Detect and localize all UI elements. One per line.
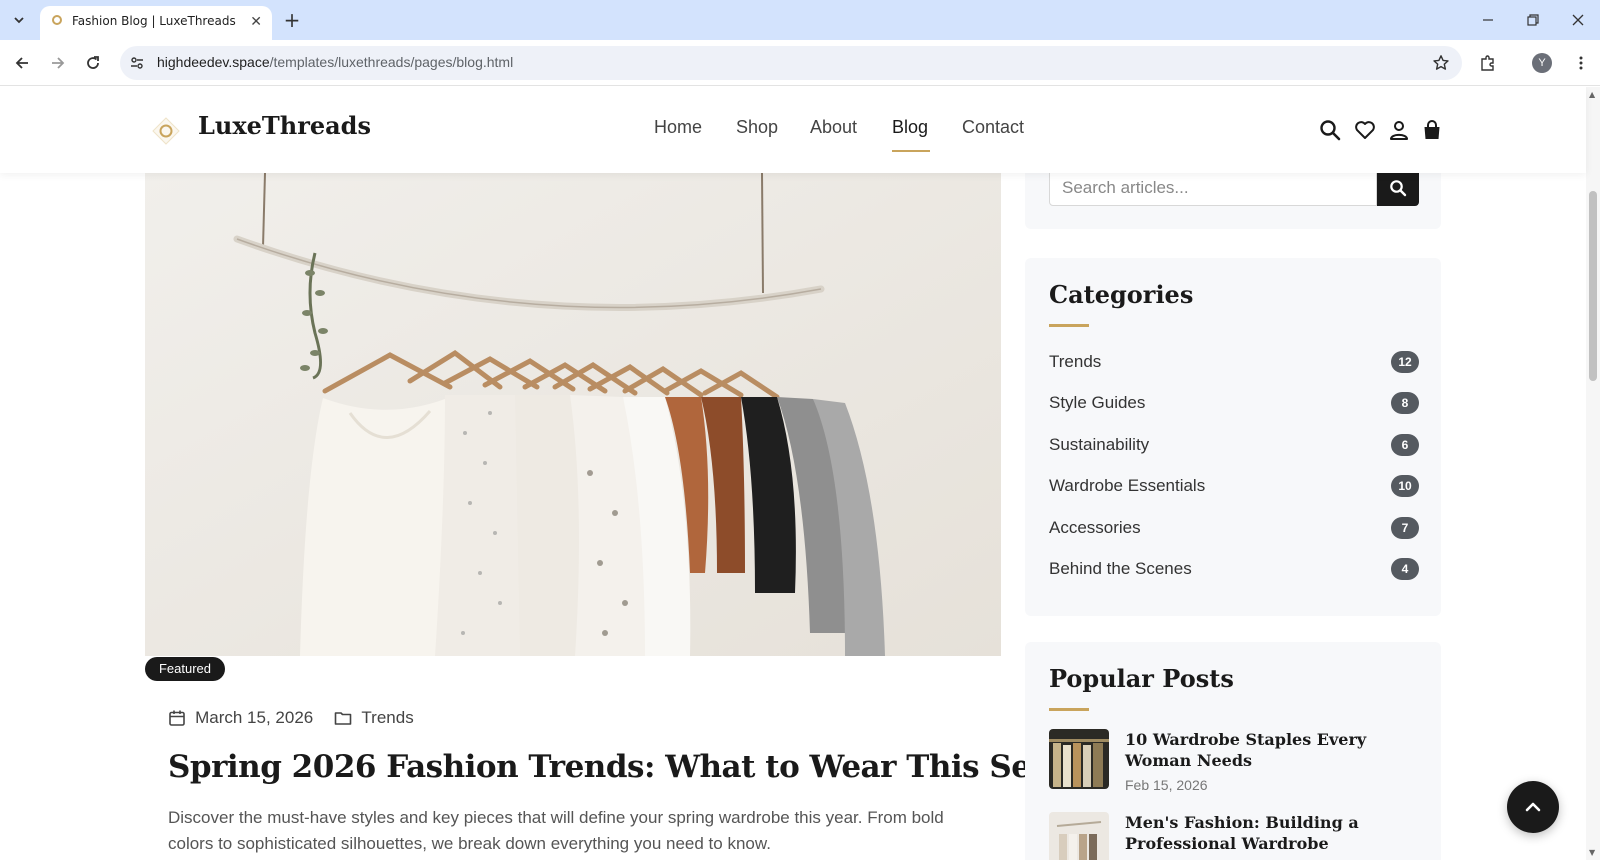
extensions-button[interactable]: [1475, 50, 1501, 76]
header-search-icon[interactable]: [1318, 118, 1342, 142]
more-vertical-icon: [1579, 56, 1583, 70]
featured-article-image[interactable]: [145, 173, 1001, 656]
browser-menu-button[interactable]: [1568, 50, 1594, 76]
article-category-link[interactable]: Trends: [361, 708, 413, 728]
category-item[interactable]: Wardrobe Essentials 10: [1049, 474, 1419, 500]
search-articles-input[interactable]: [1049, 169, 1377, 206]
tab-search-button[interactable]: [6, 7, 32, 33]
page-viewport: LuxeThreads Home Shop About Blog Contact: [0, 87, 1600, 860]
category-item[interactable]: Behind the Scenes 4: [1049, 557, 1419, 583]
nav-home[interactable]: Home: [654, 117, 702, 138]
header-user-icon[interactable]: [1387, 118, 1411, 142]
back-button[interactable]: [9, 50, 35, 76]
category-name: Wardrobe Essentials: [1049, 476, 1206, 495]
browser-toolbar: highdeedev.space/templates/luxethreads/p…: [0, 40, 1600, 86]
restore-icon: [1527, 14, 1539, 26]
article-title[interactable]: Spring 2026 Fashion Trends: What to Wear…: [168, 749, 1110, 785]
category-item[interactable]: Trends 12: [1049, 350, 1419, 376]
article-meta: March 15, 2026 Trends: [168, 707, 414, 729]
category-count-badge: 7: [1391, 517, 1419, 539]
header-shopping-bag-icon[interactable]: [1420, 118, 1444, 142]
sidebar-popular-posts-widget: Popular Posts 10 Wardrobe Staples Every …: [1025, 642, 1441, 860]
category-item[interactable]: Accessories 7: [1049, 516, 1419, 542]
featured-badge: Featured: [145, 657, 225, 681]
heading-accent-line: [1049, 708, 1089, 711]
minimize-icon: [1483, 19, 1493, 21]
scroll-up-arrow-icon[interactable]: ▲: [1589, 90, 1595, 99]
category-count-badge: 10: [1391, 475, 1419, 497]
nav-blog[interactable]: Blog: [892, 117, 928, 138]
categories-heading: Categories: [1049, 280, 1194, 309]
article-date: March 15, 2026: [195, 707, 314, 727]
url-text[interactable]: highdeedev.space/templates/luxethreads/p…: [157, 54, 513, 70]
scrollbar-thumb[interactable]: [1589, 191, 1597, 381]
reload-button[interactable]: [80, 50, 106, 76]
browser-tab-active[interactable]: Fashion Blog | LuxeThreads ✕: [40, 6, 272, 40]
category-count-badge: 6: [1391, 434, 1419, 456]
category-name: Sustainability: [1049, 435, 1150, 454]
popular-posts-heading: Popular Posts: [1049, 664, 1234, 693]
chevron-up-icon: [1525, 802, 1541, 812]
site-header: LuxeThreads Home Shop About Blog Contact: [0, 87, 1586, 173]
url-path: /templates/luxethreads/pages/blog.html: [269, 54, 514, 70]
header-heart-icon[interactable]: [1353, 118, 1377, 142]
popular-post-thumbnail[interactable]: [1049, 729, 1109, 789]
category-count-badge: 12: [1391, 351, 1419, 373]
nav-contact[interactable]: Contact: [962, 117, 1024, 138]
category-count-badge: 8: [1391, 392, 1419, 414]
tab-close-button[interactable]: ✕: [250, 13, 262, 31]
address-bar[interactable]: highdeedev.space/templates/luxethreads/p…: [120, 46, 1462, 80]
page-scrollbar[interactable]: ▲ ▼: [1586, 87, 1600, 860]
arrow-right-icon: [52, 57, 65, 69]
search-submit-button[interactable]: [1377, 169, 1419, 206]
forward-button[interactable]: [45, 50, 71, 76]
bookmark-star-icon[interactable]: [1430, 52, 1452, 74]
close-window-button[interactable]: [1566, 8, 1590, 32]
brand-logo-text[interactable]: LuxeThreads: [198, 111, 371, 140]
minimize-button[interactable]: [1476, 8, 1500, 32]
category-name: Trends: [1049, 352, 1102, 371]
puzzle-icon: [1481, 55, 1494, 71]
back-to-top-button[interactable]: [1507, 781, 1559, 833]
category-item[interactable]: Sustainability 6: [1049, 433, 1419, 459]
close-icon: [1572, 14, 1584, 26]
nav-active-indicator: [892, 150, 930, 152]
browser-tab-bar: Fashion Blog | LuxeThreads ✕ +: [0, 0, 1600, 40]
category-name: Behind the Scenes: [1049, 559, 1192, 578]
article-excerpt: Discover the must-have styles and key pi…: [168, 808, 944, 853]
favicon-icon: [52, 15, 62, 25]
calendar-icon: [169, 710, 185, 726]
heading-accent-line: [1049, 324, 1089, 327]
scroll-down-arrow-icon[interactable]: ▼: [1589, 848, 1595, 857]
new-tab-button[interactable]: +: [280, 9, 304, 33]
arrow-left-icon: [15, 57, 28, 69]
search-icon: [1390, 179, 1407, 196]
site-info-icon[interactable]: [128, 54, 146, 72]
nav-shop[interactable]: Shop: [736, 117, 778, 138]
popular-post-title[interactable]: 10 Wardrobe Staples Every Woman Needs: [1125, 729, 1415, 771]
sidebar-categories-widget: Categories Trends 12 Style Guides 8 Sust…: [1025, 258, 1441, 616]
category-item[interactable]: Style Guides 8: [1049, 391, 1419, 417]
url-host: highdeedev.space: [157, 54, 270, 70]
category-name: Style Guides: [1049, 393, 1146, 412]
profile-avatar[interactable]: Y: [1532, 53, 1552, 73]
folder-icon: [335, 711, 352, 725]
category-count-badge: 4: [1391, 558, 1419, 580]
popular-post-date: Feb 15, 2026: [1125, 777, 1208, 793]
tab-title: Fashion Blog | LuxeThreads: [72, 14, 236, 28]
restore-button[interactable]: [1521, 8, 1545, 32]
clothes-rack-illustration: [145, 173, 1001, 656]
nav-about[interactable]: About: [810, 117, 857, 138]
popular-post-title[interactable]: Men's Fashion: Building a Professional W…: [1125, 812, 1415, 854]
category-name: Accessories: [1049, 518, 1141, 537]
logo-icon[interactable]: [151, 116, 181, 146]
popular-post-thumbnail[interactable]: [1049, 812, 1109, 860]
reload-icon: [87, 56, 99, 69]
chevron-down-icon: [14, 17, 24, 24]
